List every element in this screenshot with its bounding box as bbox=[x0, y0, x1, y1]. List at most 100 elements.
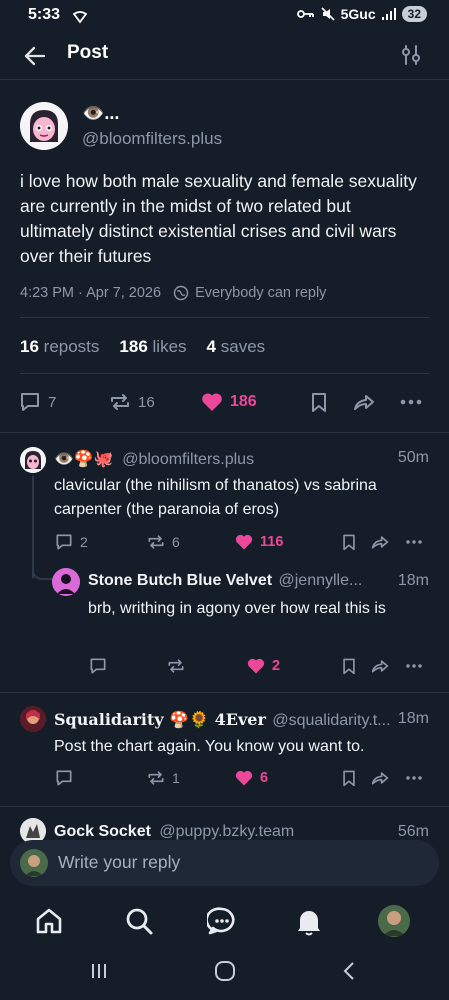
repost-icon bbox=[108, 390, 132, 414]
chat-icon[interactable] bbox=[207, 906, 237, 936]
reply-time: 50m bbox=[397, 449, 429, 466]
share-icon[interactable] bbox=[370, 769, 390, 787]
filter-sliders-icon[interactable] bbox=[400, 44, 422, 66]
like-count: 186 bbox=[230, 393, 257, 410]
likes-stat[interactable]: 186 likes bbox=[119, 337, 186, 357]
like-count: 2 bbox=[272, 658, 281, 674]
repost-icon bbox=[146, 768, 166, 788]
profile-avatar[interactable] bbox=[378, 905, 410, 937]
page-title: Post bbox=[67, 42, 109, 63]
comment-icon bbox=[88, 656, 108, 676]
like-count: 6 bbox=[260, 770, 269, 786]
like-action[interactable]: 186 bbox=[200, 390, 257, 414]
share-icon[interactable] bbox=[370, 533, 390, 551]
repost-action[interactable]: 6 bbox=[146, 532, 180, 552]
share-icon[interactable] bbox=[352, 391, 376, 413]
back-arrow-icon[interactable] bbox=[22, 43, 48, 69]
reply-handle[interactable]: @jennylle... bbox=[279, 572, 363, 589]
comment-icon bbox=[18, 390, 42, 414]
like-action[interactable]: 6 bbox=[234, 768, 268, 788]
system-nav-bar bbox=[0, 952, 449, 1000]
more-icon[interactable] bbox=[404, 539, 424, 545]
reply-handle[interactable]: @puppy.bzky.team bbox=[159, 823, 294, 840]
reply-avatar[interactable] bbox=[52, 568, 80, 596]
comment-icon bbox=[54, 532, 74, 552]
share-icon[interactable] bbox=[370, 657, 390, 675]
search-icon[interactable] bbox=[124, 906, 154, 936]
bookmark-icon[interactable] bbox=[340, 657, 358, 675]
engagement-stats: 16 reposts 186 likes 4 saves bbox=[20, 337, 265, 357]
reply-display-name[interactable]: Stone Butch Blue Velvet bbox=[88, 572, 272, 589]
repost-action[interactable]: 16 bbox=[108, 390, 155, 414]
reply-text: brb, writhing in agony over how real thi… bbox=[88, 600, 386, 617]
comment-icon bbox=[54, 768, 74, 788]
divider bbox=[20, 373, 429, 374]
author-display-name[interactable]: 👁️... bbox=[82, 103, 119, 124]
like-count: 116 bbox=[260, 534, 284, 550]
bookmark-icon[interactable] bbox=[308, 391, 330, 413]
top-header: Post bbox=[0, 32, 449, 80]
status-indicators: 5Guc 32 bbox=[296, 6, 427, 22]
divider bbox=[0, 806, 449, 807]
post-meta: 4:23 PM · Apr 7, 2026 Everybody can repl… bbox=[20, 285, 326, 301]
bookmark-icon[interactable] bbox=[340, 533, 358, 551]
signal-icon bbox=[381, 8, 396, 20]
reply-action[interactable]: 2 bbox=[54, 532, 88, 552]
reply-action[interactable] bbox=[88, 656, 108, 676]
recent-apps-icon[interactable] bbox=[90, 962, 108, 980]
bookmark-icon[interactable] bbox=[340, 769, 358, 787]
reply-composer[interactable]: Write your reply bbox=[10, 840, 439, 886]
reply-avatar[interactable] bbox=[20, 706, 46, 732]
author-handle[interactable]: @bloomfilters.plus bbox=[82, 129, 222, 149]
reply-header: 𝐒𝐪𝐮𝐚𝐥𝐢𝐝𝐚𝐫𝐢𝐭𝐲 🍄🌻 𝟒𝐄𝐯𝐞𝐫 @squalidarity.t... bbox=[54, 710, 394, 730]
reposts-stat[interactable]: 16 reposts bbox=[20, 337, 99, 357]
thread-connector bbox=[32, 568, 52, 580]
repost-action[interactable]: 1 bbox=[146, 768, 180, 788]
network-label: 5Guc bbox=[340, 6, 376, 22]
reply-text: Post the chart again. You know you want … bbox=[54, 738, 365, 755]
repost-icon bbox=[166, 656, 186, 676]
like-action[interactable]: 2 bbox=[246, 656, 280, 676]
reply-action[interactable]: 7 bbox=[18, 390, 56, 414]
post-text: i love how both male sexuality and femal… bbox=[20, 171, 417, 266]
divider bbox=[0, 432, 449, 433]
system-back-icon[interactable] bbox=[342, 961, 356, 981]
reply-input[interactable]: Write your reply bbox=[58, 852, 180, 873]
heart-icon bbox=[234, 532, 254, 552]
reply-count: 7 bbox=[48, 393, 57, 411]
reply-action[interactable] bbox=[54, 768, 74, 788]
reply-time: 18m bbox=[397, 572, 429, 589]
reply-display-name[interactable]: 𝐒𝐪𝐮𝐚𝐥𝐢𝐝𝐚𝐫𝐢𝐭𝐲 🍄🌻 𝟒𝐄𝐯𝐞𝐫 bbox=[54, 710, 266, 729]
more-icon[interactable] bbox=[404, 663, 424, 669]
like-action[interactable]: 116 bbox=[234, 532, 283, 552]
repost-action[interactable] bbox=[166, 656, 186, 676]
home-icon[interactable] bbox=[34, 906, 64, 936]
reply-handle[interactable]: @bloomfilters.plus bbox=[122, 451, 254, 468]
reply-text: clavicular (the nihilism of thanatos) vs… bbox=[54, 477, 377, 518]
repost-count: 1 bbox=[172, 770, 180, 786]
thread-line bbox=[32, 476, 34, 578]
status-bar: 5:33 5Guc 32 bbox=[0, 0, 449, 32]
reply-time: 56m bbox=[397, 823, 429, 840]
reply-header: 👁️🍄🐙 @bloomfilters.plus bbox=[54, 449, 374, 469]
my-avatar bbox=[20, 849, 48, 877]
divider bbox=[20, 317, 429, 318]
bell-icon[interactable] bbox=[294, 906, 324, 936]
home-button-icon[interactable] bbox=[214, 961, 236, 981]
divider bbox=[0, 692, 449, 693]
reply-display-name[interactable]: 👁️🍄🐙 bbox=[54, 451, 114, 468]
status-time: 5:33 bbox=[28, 6, 61, 23]
repost-count: 16 bbox=[138, 393, 155, 411]
reply-display-name[interactable]: Gock Socket bbox=[54, 823, 151, 840]
heart-icon bbox=[234, 768, 254, 788]
reply-handle[interactable]: @squalidarity.t... bbox=[272, 712, 390, 729]
more-icon[interactable] bbox=[400, 398, 422, 406]
heart-icon bbox=[246, 656, 266, 676]
more-icon[interactable] bbox=[404, 775, 424, 781]
reply-avatar[interactable] bbox=[20, 447, 46, 473]
reply-setting[interactable]: Everybody can reply bbox=[195, 285, 326, 301]
saves-stat[interactable]: 4 saves bbox=[207, 337, 266, 357]
mute-icon bbox=[321, 7, 335, 21]
key-icon bbox=[296, 8, 315, 20]
author-avatar[interactable] bbox=[20, 102, 68, 150]
